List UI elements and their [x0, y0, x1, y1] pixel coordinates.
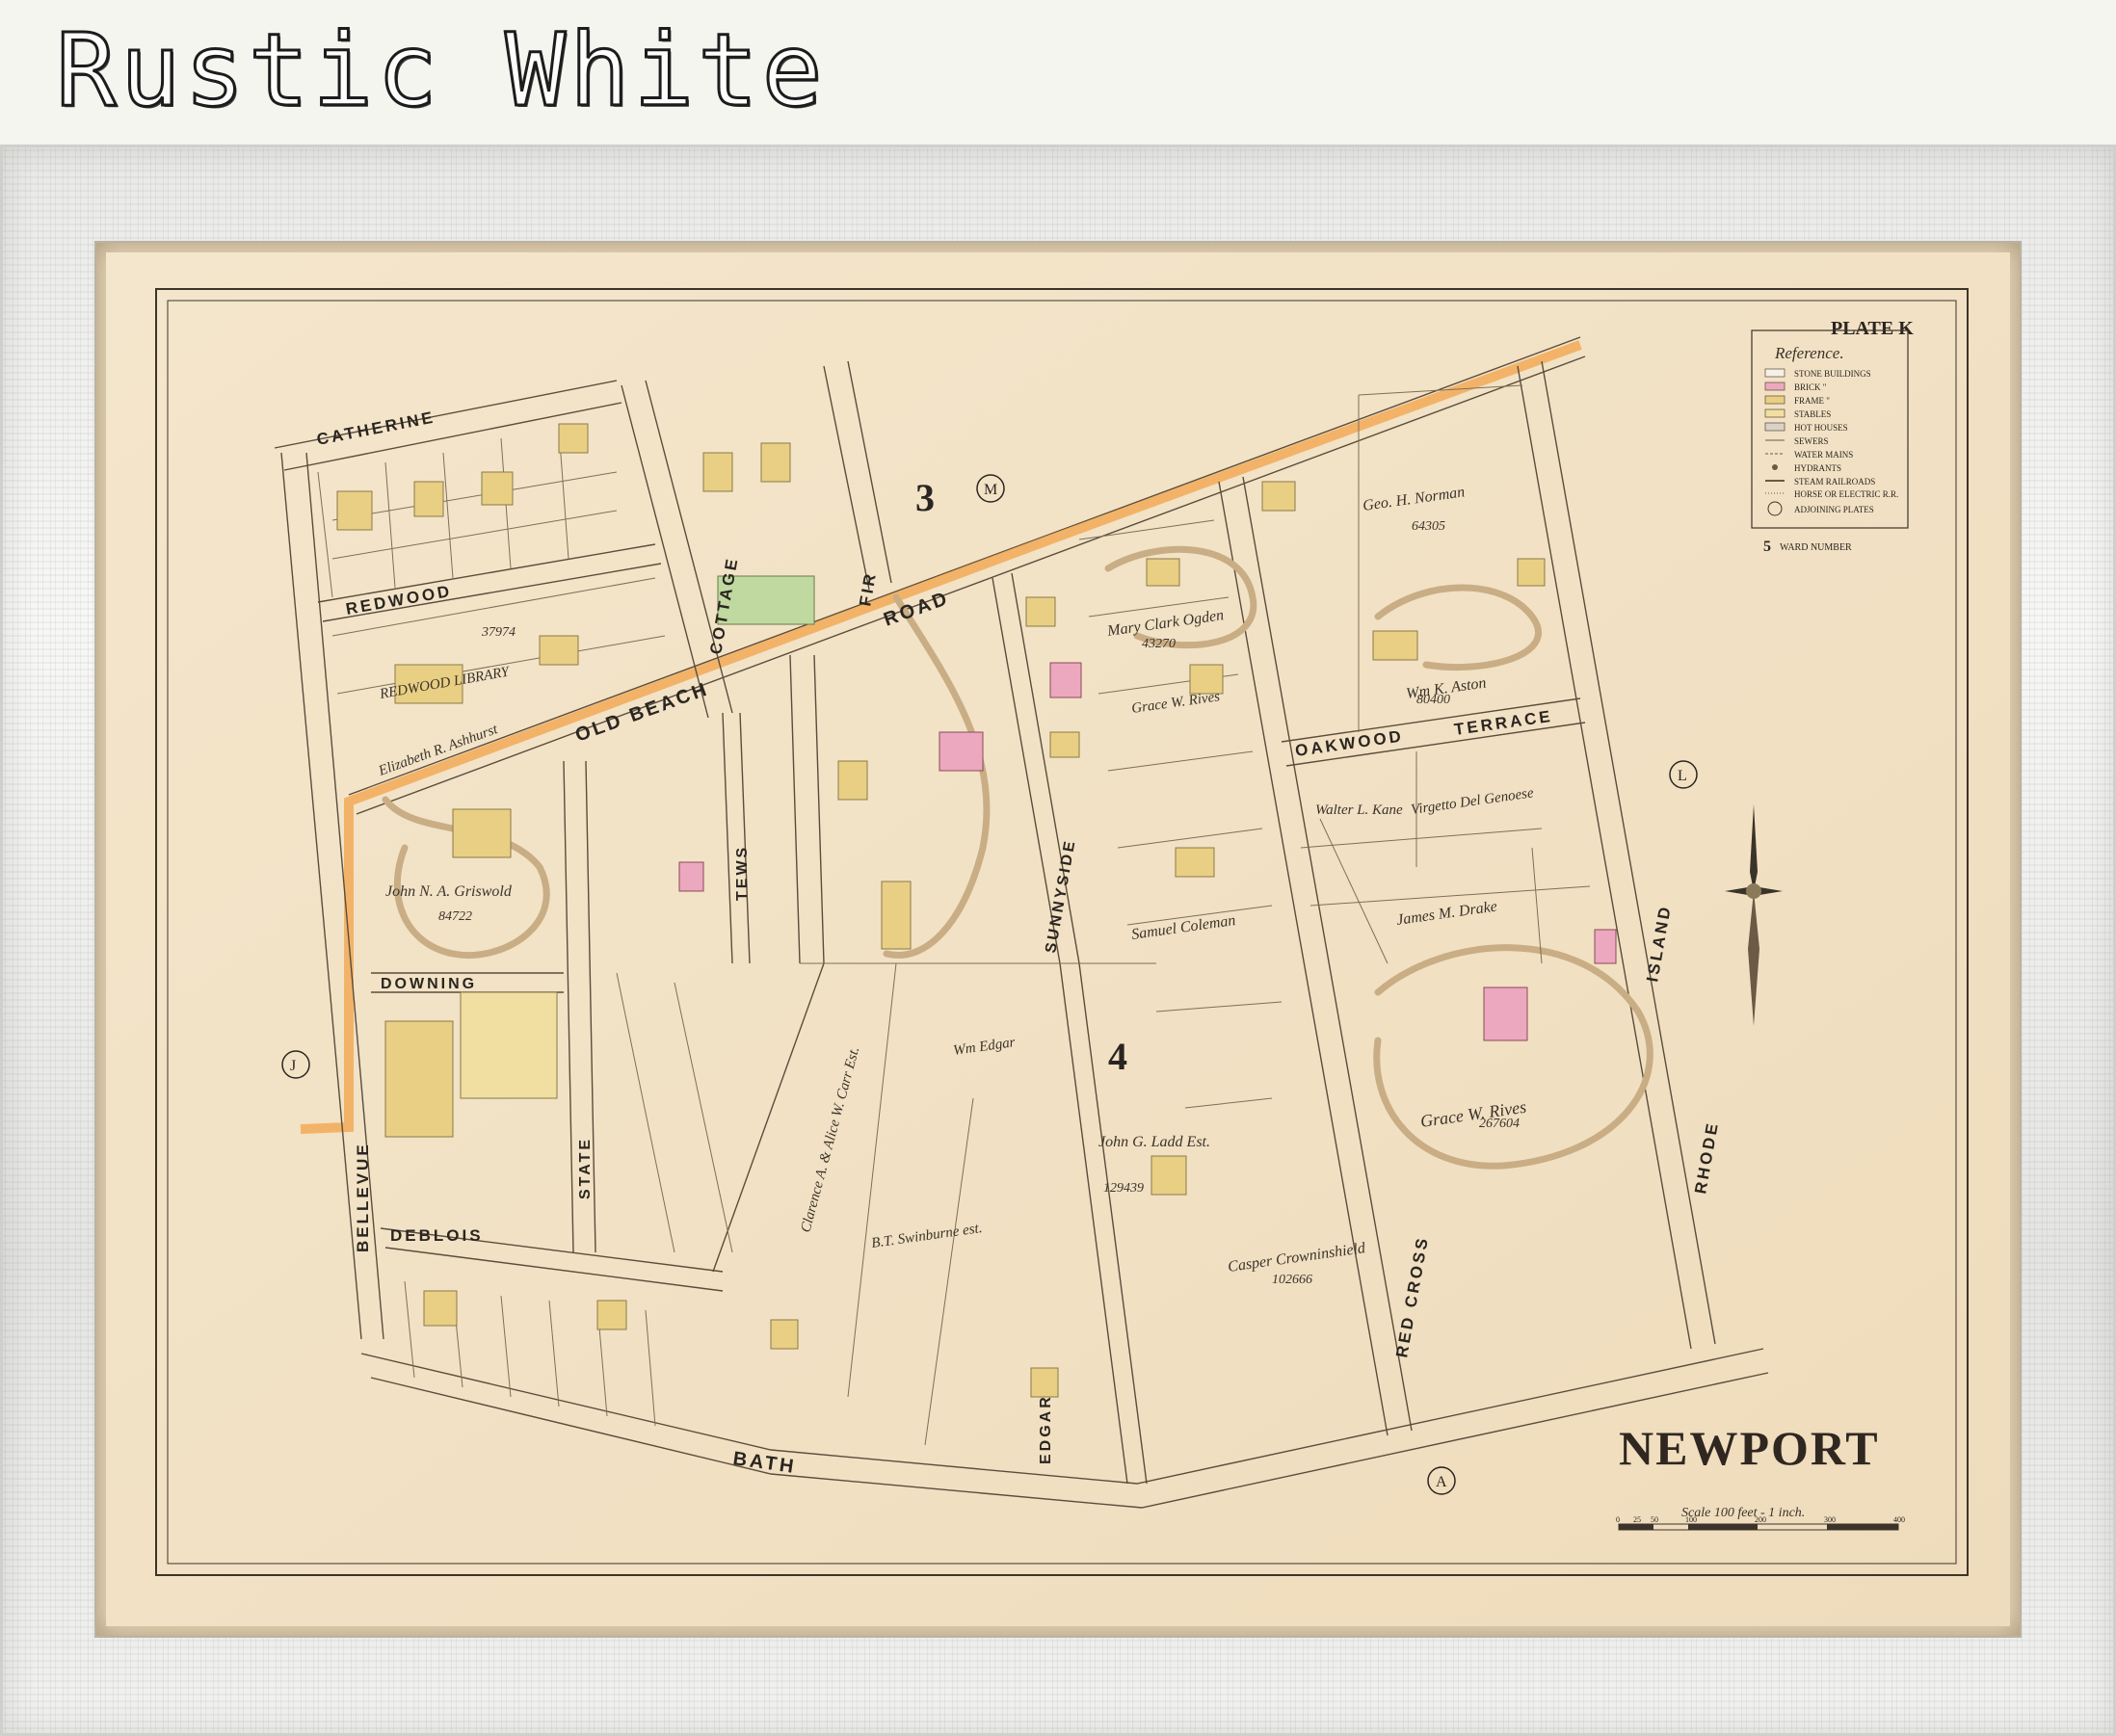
reference-ward-number: WARD NUMBER: [1780, 542, 1852, 553]
street-edgar: EDGAR: [1038, 1394, 1054, 1464]
reference-horse-rr: HORSE OR ELECTRIC R.R.: [1794, 489, 1898, 499]
street-deblois: DEBLOIS: [390, 1226, 484, 1245]
newport-map: PLATE K CATHERINE REDWOOD COTTAGE FIR OL…: [106, 252, 2010, 1626]
scale-tick-label: 100: [1685, 1515, 1697, 1524]
reference-stables: STABLES: [1794, 409, 1831, 419]
scale-caption: Scale 100 feet - 1 inch.: [1681, 1506, 1805, 1520]
street-bellevue: BELLEVUE: [354, 1142, 372, 1252]
city-title: NEWPORT: [1619, 1421, 1880, 1475]
value-aston: 80400: [1416, 693, 1450, 707]
value-griswold: 84722: [438, 909, 472, 924]
scale-tick-label: 0: [1616, 1515, 1620, 1524]
reference-hydrants: HYDRANTS: [1794, 463, 1841, 473]
owner-kane: Walter L. Kane: [1315, 802, 1403, 818]
reference-hot-houses: HOT HOUSES: [1794, 423, 1848, 433]
value-ladd: 129439: [1103, 1181, 1144, 1196]
value-crowninshield: 102666: [1272, 1273, 1312, 1287]
value-ogden: 43270: [1142, 637, 1176, 651]
adjoining-plate-j: J: [290, 1058, 296, 1074]
street-tews: TEWS: [734, 845, 751, 901]
street-downing: DOWNING: [381, 976, 477, 992]
reference-title: Reference.: [1774, 344, 1844, 362]
value-grace-rives-2: 267604: [1479, 1117, 1520, 1131]
owner-ladd: John G. Ladd Est.: [1098, 1134, 1210, 1150]
reference-water-mains: WATER MAINS: [1794, 450, 1853, 460]
reference-adjoining: ADJOINING PLATES: [1794, 505, 1874, 514]
street-state: STATE: [577, 1137, 594, 1199]
ward-number-4: 4: [1108, 1035, 1127, 1078]
scale-tick-label: 200: [1755, 1515, 1766, 1524]
reference-steam-railroads: STEAM RAILROADS: [1794, 477, 1875, 487]
scale-tick-label: 300: [1824, 1515, 1836, 1524]
reference-frame: FRAME ": [1794, 396, 1830, 406]
reference-ward-glyph: 5: [1763, 539, 1771, 555]
adjoining-plate-l: L: [1678, 768, 1687, 784]
scale-tick-label: 25: [1633, 1515, 1641, 1524]
reference-sewers: SEWERS: [1794, 436, 1829, 446]
scale-tick-label: 50: [1651, 1515, 1658, 1524]
plate-label: PLATE K: [1831, 318, 1914, 339]
owner-griswold: John N. A. Griswold: [385, 883, 513, 900]
ward-circle-m-label: M: [984, 482, 997, 498]
scale-tick-label: 400: [1893, 1515, 1905, 1524]
value-norman: 64305: [1412, 519, 1445, 534]
value-redwood-library: 37974: [481, 625, 516, 640]
reference-brick: BRICK ": [1794, 382, 1827, 392]
adjoining-plate-a: A: [1436, 1474, 1447, 1490]
ward-number-3: 3: [915, 476, 935, 519]
reference-stone: STONE BUILDINGS: [1794, 369, 1871, 379]
